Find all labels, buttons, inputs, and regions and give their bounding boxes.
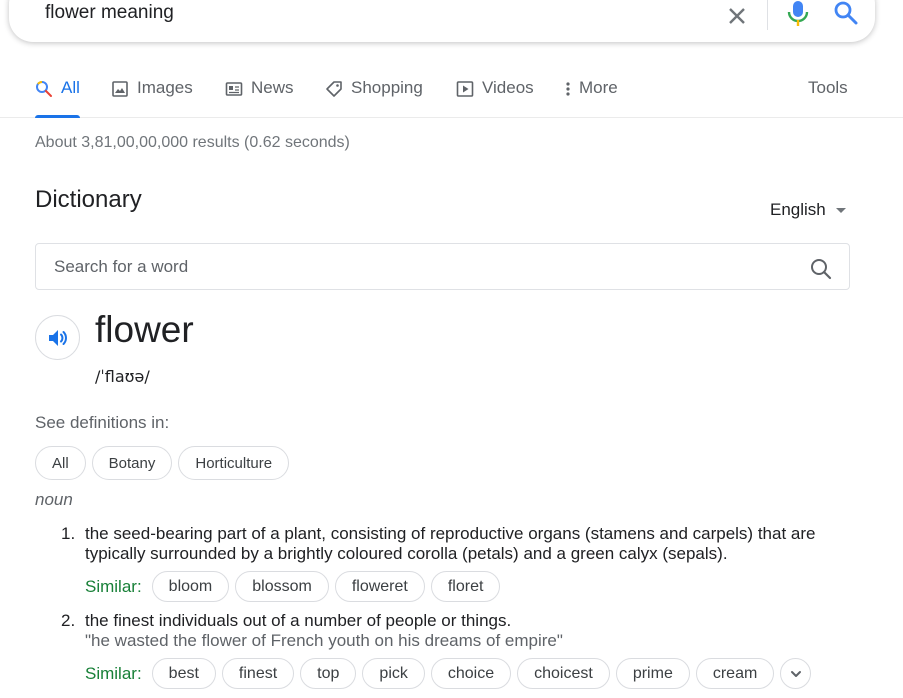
search-tabs: All Images News Shopping Videos More Too… bbox=[0, 70, 903, 118]
definition-filter-chips: All Botany Horticulture bbox=[35, 446, 290, 480]
synonym-chip[interactable]: floret bbox=[430, 571, 501, 602]
tools-button[interactable]: Tools bbox=[808, 78, 848, 98]
clear-icon[interactable] bbox=[725, 4, 749, 28]
speaker-icon bbox=[49, 330, 67, 346]
word-search-box bbox=[35, 243, 850, 290]
tab-news[interactable]: News bbox=[225, 78, 294, 118]
see-definitions-label: See definitions in: bbox=[35, 413, 170, 432]
definition-number: 1. bbox=[61, 524, 76, 543]
chevron-down-icon bbox=[790, 670, 801, 677]
synonym-chip[interactable]: floweret bbox=[334, 571, 425, 602]
search-box[interactable]: flower meaning bbox=[9, 0, 875, 42]
tab-all[interactable]: All bbox=[35, 78, 80, 118]
chip-horticulture[interactable]: Horticulture bbox=[178, 446, 290, 480]
headword: flower bbox=[95, 309, 194, 350]
synonym-chip[interactable]: top bbox=[300, 658, 357, 689]
searchbox-divider bbox=[767, 0, 768, 30]
tab-label: All bbox=[61, 78, 80, 97]
tab-images[interactable]: Images bbox=[111, 78, 193, 118]
tab-label: News bbox=[251, 78, 294, 97]
similar-label: Similar: bbox=[85, 663, 142, 683]
definition-text: the seed-bearing part of a plant, consis… bbox=[85, 524, 816, 563]
tab-shopping[interactable]: Shopping bbox=[325, 78, 423, 118]
synonym-chip[interactable]: choice bbox=[430, 658, 512, 689]
news-icon bbox=[225, 82, 243, 96]
tab-label: Images bbox=[137, 78, 193, 97]
similar-label: Similar: bbox=[85, 576, 142, 596]
definition-number: 2. bbox=[61, 611, 76, 630]
tab-label: More bbox=[579, 78, 618, 97]
word-search-input[interactable] bbox=[54, 256, 754, 278]
definition-block: the finest individuals out of a number o… bbox=[85, 611, 855, 651]
synonym-chip[interactable]: finest bbox=[221, 658, 295, 689]
synonym-chip[interactable]: blossom bbox=[235, 571, 329, 602]
search-icon bbox=[36, 81, 52, 97]
synonym-chip[interactable]: bloom bbox=[151, 571, 230, 602]
synonym-chip[interactable]: best bbox=[151, 658, 216, 689]
pronunciation-button[interactable] bbox=[35, 315, 80, 360]
chip-all[interactable]: All bbox=[35, 446, 86, 480]
language-select[interactable]: English bbox=[770, 200, 846, 220]
phonetic-spelling: /ˈflaʊə/ bbox=[95, 367, 150, 386]
tab-label: Videos bbox=[482, 78, 534, 97]
definition-text: the finest individuals out of a number o… bbox=[85, 611, 512, 630]
search-submit-icon[interactable] bbox=[833, 0, 859, 26]
similar-words-row: Similar: bloom blossom floweret floret bbox=[85, 571, 501, 602]
similar-words-row: Similar: best finest top pick choice cho… bbox=[85, 658, 812, 689]
synonym-chip[interactable]: choicest bbox=[517, 658, 610, 689]
search-query[interactable]: flower meaning bbox=[45, 2, 174, 24]
microphone-icon[interactable] bbox=[787, 0, 809, 28]
part-of-speech: noun bbox=[35, 490, 73, 509]
search-icon[interactable] bbox=[809, 257, 833, 281]
result-stats: About 3,81,00,00,000 results (0.62 secon… bbox=[35, 134, 350, 151]
more-vert-icon bbox=[566, 82, 570, 96]
tab-label: Shopping bbox=[351, 78, 423, 97]
tab-videos[interactable]: Videos bbox=[456, 78, 534, 118]
expand-synonyms-button[interactable] bbox=[780, 658, 812, 689]
synonym-chip[interactable]: prime bbox=[615, 658, 690, 689]
definition-example: "he wasted the flower of French youth on… bbox=[85, 631, 563, 650]
caret-down-icon bbox=[835, 207, 846, 213]
image-icon bbox=[112, 81, 128, 97]
dictionary-title: Dictionary bbox=[35, 186, 142, 213]
chip-botany[interactable]: Botany bbox=[91, 446, 173, 480]
language-label: English bbox=[770, 200, 826, 219]
play-icon bbox=[456, 81, 474, 97]
tag-icon bbox=[326, 81, 342, 97]
synonym-chip[interactable]: cream bbox=[695, 658, 775, 689]
tab-more[interactable]: More bbox=[563, 78, 618, 118]
synonym-chip[interactable]: pick bbox=[362, 658, 425, 689]
